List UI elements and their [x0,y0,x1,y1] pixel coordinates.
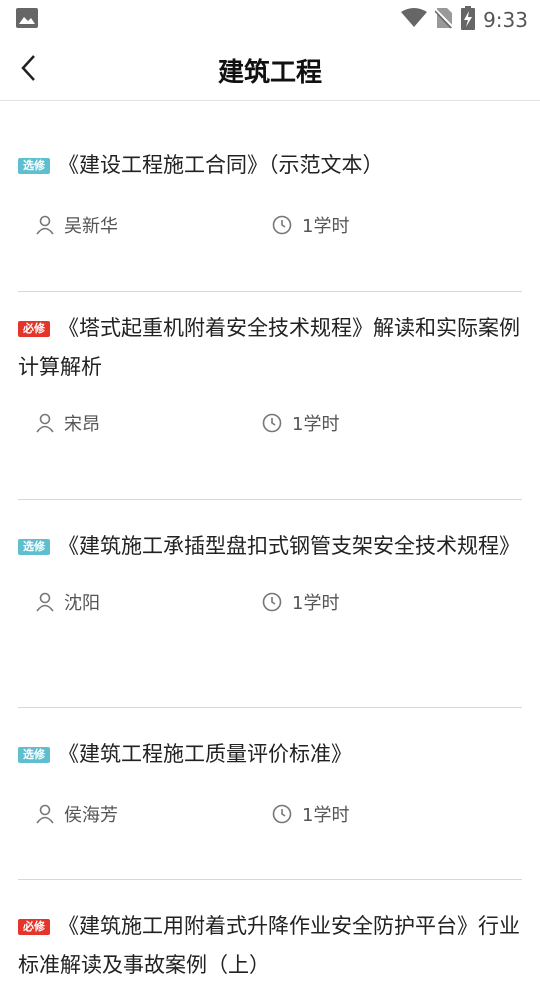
course-title-block: 选修 《建筑施工承插型盘扣式钢管支架安全技术规程》 [18,500,522,566]
course-list: 选修 《建设工程施工合同》（示范文本） 吴新华 1学时 必修 《塔式起重机附着安全技… [0,101,540,985]
battery-charging-icon [461,6,476,34]
no-sim-icon [434,7,454,33]
course-hours: 1学时 [292,414,340,435]
status-bar: 9:33 [0,0,540,36]
nav-bar: 建筑工程 [0,36,540,101]
course-title: 《建筑施工用附着式升降作业安全防护平台》行业标准解读及事故案例（上） [18,914,520,977]
course-item[interactable]: 选修 《建设工程施工合同》（示范文本） 吴新华 1学时 [18,101,522,292]
required-badge: 必修 [18,919,50,935]
course-hours: 1学时 [302,805,350,826]
course-teacher: 沈阳 [64,593,100,614]
course-title: 《建筑工程施工质量评价标准》 [58,742,352,766]
course-title-block: 选修 《建设工程施工合同》（示范文本） [18,101,522,185]
elective-badge: 选修 [18,747,50,763]
user-icon [36,592,54,612]
wifi-icon [401,8,428,32]
course-title: 《塔式起重机附着安全技术规程》解读和实际案例计算解析 [18,316,520,379]
course-hours: 1学时 [292,593,340,614]
course-title: 《建筑施工承插型盘扣式钢管支架安全技术规程》 [58,534,520,558]
user-icon [36,215,54,235]
user-icon [36,804,54,824]
clock-icon [262,413,282,433]
course-teacher: 吴新华 [64,216,118,237]
course-item[interactable]: 选修 《建筑工程施工质量评价标准》 侯海芳 1学时 [18,708,522,880]
clock-icon [272,215,292,235]
course-title-block: 必修 《塔式起重机附着安全技术规程》解读和实际案例计算解析 [18,292,522,387]
clock-icon [262,592,282,612]
page-title: 建筑工程 [217,58,322,88]
course-item[interactable]: 必修 《建筑施工用附着式升降作业安全防护平台》行业标准解读及事故案例（上） [18,880,522,985]
course-item[interactable]: 必修 《塔式起重机附着安全技术规程》解读和实际案例计算解析 宋昂 1学时 [18,292,522,500]
user-icon [36,413,54,433]
course-hours: 1学时 [302,216,350,237]
course-teacher: 宋昂 [64,414,100,435]
elective-badge: 选修 [18,158,50,174]
required-badge: 必修 [18,321,50,337]
status-time: 9:33 [483,8,528,32]
course-title: 《建设工程施工合同》（示范文本） [58,153,384,177]
course-item[interactable]: 选修 《建筑施工承插型盘扣式钢管支架安全技术规程》 沈阳 1学时 [18,500,522,708]
elective-badge: 选修 [18,539,50,555]
clock-icon [272,804,292,824]
course-teacher: 侯海芳 [64,805,118,826]
course-title-block: 选修 《建筑工程施工质量评价标准》 [18,708,522,774]
course-title-block: 必修 《建筑施工用附着式升降作业安全防护平台》行业标准解读及事故案例（上） [18,880,522,985]
gallery-notification-icon [16,8,38,28]
